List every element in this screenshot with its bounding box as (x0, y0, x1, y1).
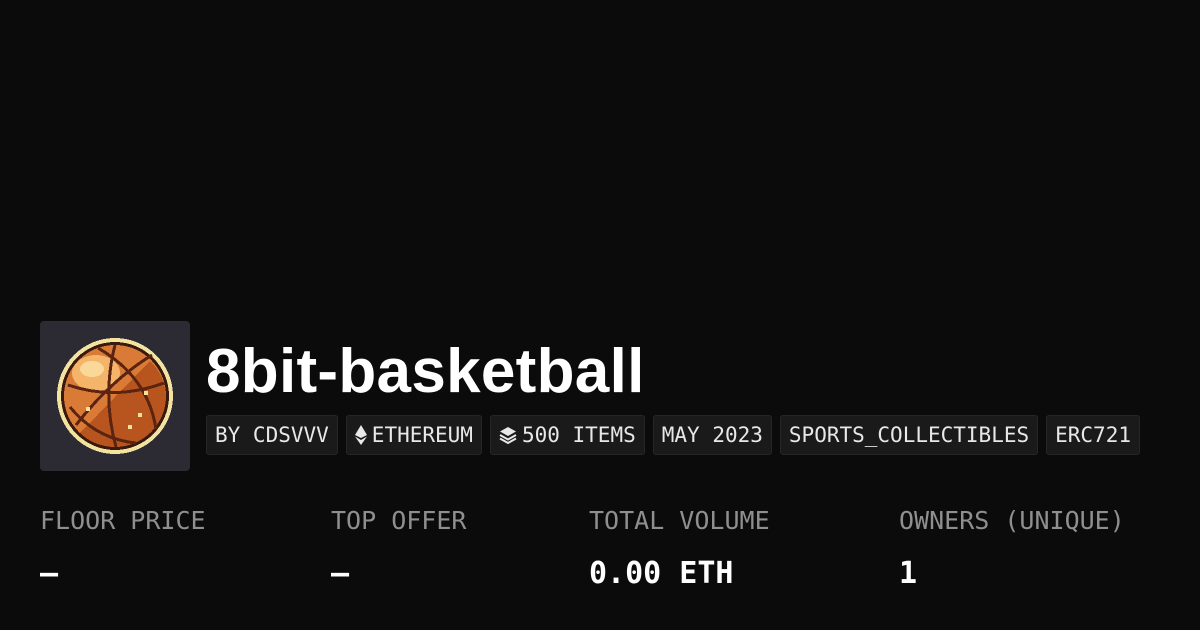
collection-tags: BY CDSVVV ETHEREUM 500 ITEMS MAY 2023 SP… (206, 415, 1140, 455)
ethereum-icon (354, 425, 367, 445)
stat-top-offer-label: TOP OFFER (331, 506, 467, 535)
stat-total-volume: TOTAL VOLUME 0.00 ETH (589, 505, 770, 592)
tag-standard[interactable]: ERC721 (1046, 415, 1140, 455)
collection-card: 8bit-basketball BY CDSVVV ETHEREUM 500 I… (0, 0, 1200, 630)
tag-standard-label: ERC721 (1055, 423, 1131, 447)
stat-total-volume-value: 0.00 ETH (589, 556, 734, 591)
tag-created-date[interactable]: MAY 2023 (652, 415, 772, 455)
tag-item-count-label: 500 ITEMS (521, 423, 636, 447)
stat-floor-price-label: FLOOR PRICE (40, 506, 206, 535)
stat-floor-price: FLOOR PRICE – (40, 505, 206, 592)
tag-creator-label: BY CDSVVV (215, 423, 329, 447)
stat-owners: OWNERS (UNIQUE) 1 (899, 505, 1125, 592)
collection-avatar (40, 321, 190, 471)
stat-top-offer-value: – (331, 556, 350, 591)
tag-chain-label: ETHEREUM (371, 423, 473, 447)
stat-owners-value: 1 (899, 556, 918, 591)
stat-floor-price-value: – (40, 556, 59, 591)
stat-total-volume-label: TOTAL VOLUME (589, 506, 770, 535)
tag-category-label: SPORTS_COLLECTIBLES (788, 423, 1030, 447)
stat-owners-label: OWNERS (UNIQUE) (899, 506, 1125, 535)
tag-item-count[interactable]: 500 ITEMS (489, 415, 645, 455)
tag-category[interactable]: SPORTS_COLLECTIBLES (779, 415, 1039, 455)
tag-created-date-label: MAY 2023 (661, 423, 763, 447)
tag-creator[interactable]: BY CDSVVV (206, 415, 338, 455)
tag-chain[interactable]: ETHEREUM (345, 415, 482, 455)
stat-top-offer: TOP OFFER – (331, 505, 466, 592)
layers-icon (499, 426, 517, 444)
pixel-basketball-icon (57, 338, 173, 454)
collection-title: 8bit-basketball (206, 337, 645, 406)
